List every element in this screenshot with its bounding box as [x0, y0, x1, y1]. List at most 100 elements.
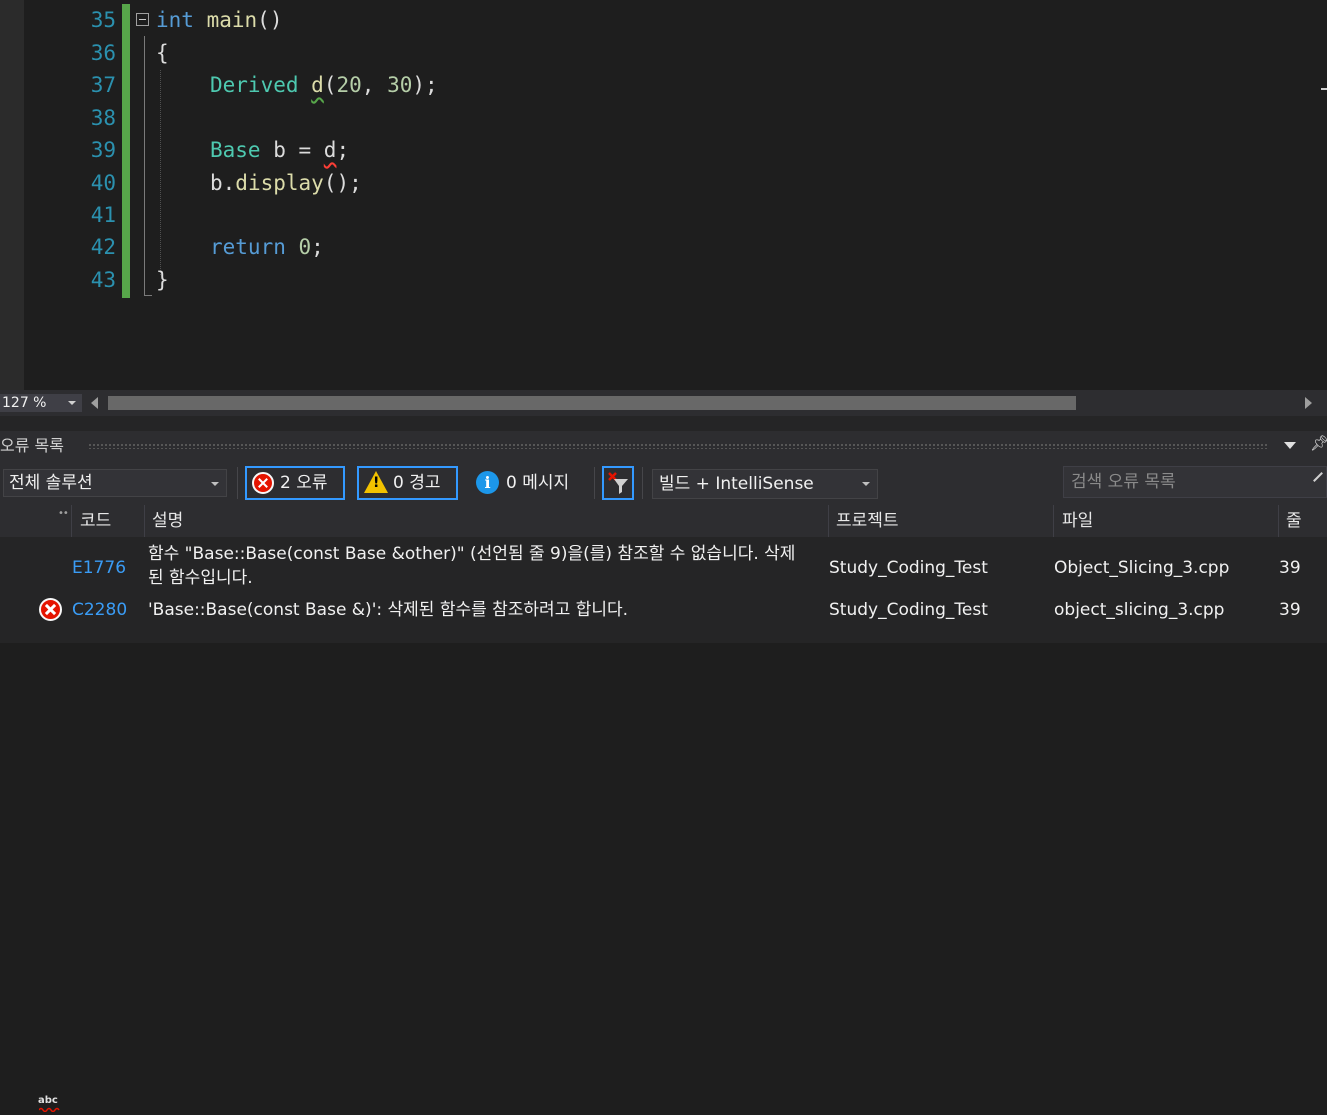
column-header-project[interactable]: 프로젝트 — [836, 509, 899, 533]
intellisense-squiggle-icon: abc — [38, 1095, 62, 1115]
indent-guide — [160, 70, 161, 275]
punctuation: (); — [323, 171, 362, 195]
code-line-39[interactable]: Base b = d; — [210, 134, 349, 166]
code-line-35[interactable]: int main() — [156, 4, 282, 36]
error-code-link[interactable]: E1776 — [72, 557, 126, 580]
punctuation: ; — [311, 235, 324, 259]
code-text: b = — [260, 138, 324, 162]
warnings-filter-label: 0 경고 — [393, 473, 441, 493]
column-header-line[interactable]: 줄 — [1286, 509, 1302, 533]
error-description: 된 함수입니다. — [148, 568, 253, 588]
variable-with-warning: d — [311, 73, 324, 97]
error-file: object_slicing_3.cpp — [1054, 600, 1225, 620]
red-wave-icon — [39, 1107, 60, 1112]
abc-glyph: abc — [38, 1095, 58, 1106]
punctuation: ); — [412, 73, 438, 97]
number: 20 — [336, 73, 362, 97]
warning-exclamation: ! — [373, 475, 380, 491]
line-number: 42 — [90, 235, 116, 259]
code-line-40[interactable]: b.display(); — [210, 167, 362, 199]
column-header-description[interactable]: 설명 — [152, 509, 183, 533]
error-description: 'Base::Base(const Base &)': 삭제된 함수를 참조하려… — [148, 600, 629, 620]
collapse-toggle-icon[interactable] — [136, 13, 149, 26]
error-project: Study_Coding_Test — [829, 600, 988, 620]
code-line-37[interactable]: Derived d(20, 30); — [210, 69, 438, 101]
pin-icon[interactable]: 📌︎ — [1310, 434, 1327, 452]
toolbar-separator — [642, 467, 643, 499]
column-header-file[interactable]: 파일 — [1062, 509, 1093, 533]
scrollbar-marker — [1321, 88, 1327, 90]
line-number: 38 — [90, 106, 116, 130]
toolbar-separator — [594, 467, 595, 499]
column-header-code[interactable]: 코드 — [80, 509, 111, 533]
brace: } — [156, 268, 169, 292]
messages-filter-label: 0 메시지 — [506, 473, 570, 493]
column-separator — [1053, 505, 1054, 537]
code-line-42[interactable]: return 0; — [210, 231, 324, 263]
build-intellisense-dropdown[interactable]: 빌드 + IntelliSense — [652, 469, 878, 499]
line-number: 39 — [90, 138, 116, 162]
column-separator — [1278, 505, 1279, 537]
errors-filter-button[interactable]: 2 오류 — [245, 466, 345, 500]
number: 30 — [387, 73, 413, 97]
chevron-down-icon[interactable] — [862, 482, 870, 486]
errors-filter-label: 2 오류 — [280, 473, 328, 493]
chevron-down-icon[interactable] — [211, 482, 219, 486]
line-number: 35 — [90, 8, 116, 32]
chevron-down-icon[interactable] — [68, 401, 76, 405]
function-name: display — [235, 171, 324, 195]
code-editor[interactable]: 35 36 37 38 39 40 41 42 43 int main() { … — [0, 0, 1327, 390]
type-name: Derived — [210, 73, 299, 97]
error-line: 39 — [1279, 558, 1301, 578]
code-text: b. — [210, 171, 236, 195]
code-line-36[interactable]: { — [156, 37, 169, 69]
number: 0 — [298, 235, 312, 259]
editor-left-margin — [0, 0, 24, 390]
column-separator — [71, 505, 72, 537]
messages-filter-button[interactable]: i 0 메시지 — [470, 466, 588, 500]
type-name: Base — [210, 138, 261, 162]
info-icon: i — [476, 471, 499, 494]
column-separator — [828, 505, 829, 537]
change-tracking-bar — [122, 4, 130, 298]
brace: { — [156, 41, 169, 65]
toolbar-separator — [237, 467, 238, 499]
punctuation: () — [257, 8, 283, 32]
code-line-43[interactable]: } — [156, 264, 169, 296]
scroll-left-icon[interactable] — [91, 397, 98, 409]
line-number: 36 — [90, 41, 116, 65]
keyword: int — [156, 8, 194, 32]
function-name: main — [206, 8, 258, 32]
warnings-filter-button[interactable]: ! 0 경고 — [357, 466, 458, 500]
table-header — [0, 505, 1327, 537]
error-file: Object_Slicing_3.cpp — [1054, 558, 1230, 578]
line-number: 43 — [90, 268, 116, 292]
panel-menu-icon[interactable] — [1284, 442, 1296, 449]
scroll-right-icon[interactable] — [1305, 397, 1312, 409]
line-number: 40 — [90, 171, 116, 195]
scope-outline — [144, 36, 145, 296]
punctuation: , — [361, 73, 388, 97]
error-icon — [39, 598, 62, 621]
panel-grip[interactable] — [88, 443, 1268, 449]
clear-filter-button[interactable] — [602, 466, 634, 500]
error-code-link[interactable]: C2280 — [72, 599, 127, 622]
error-description: 함수 "Base::Base(const Base &other)" (선언됨 … — [148, 544, 796, 564]
error-list-search-input[interactable]: 검색 오류 목록 — [1063, 466, 1327, 498]
keyword: return — [210, 235, 286, 259]
horizontal-scrollbar-thumb[interactable] — [108, 396, 1076, 410]
error-line: 39 — [1279, 600, 1301, 620]
variable-with-error: d — [323, 138, 337, 162]
column-separator — [144, 505, 145, 537]
line-number: 41 — [90, 203, 116, 227]
sort-icon[interactable]: •• — [58, 508, 69, 519]
line-number: 37 — [90, 73, 116, 97]
scope-outline-end — [144, 295, 152, 296]
scope-dropdown[interactable]: 전체 솔루션 — [3, 469, 227, 497]
punctuation: ( — [323, 73, 337, 97]
panel-title: 오류 목록 — [0, 436, 64, 455]
punctuation: ; — [336, 138, 350, 162]
error-icon — [252, 472, 274, 494]
